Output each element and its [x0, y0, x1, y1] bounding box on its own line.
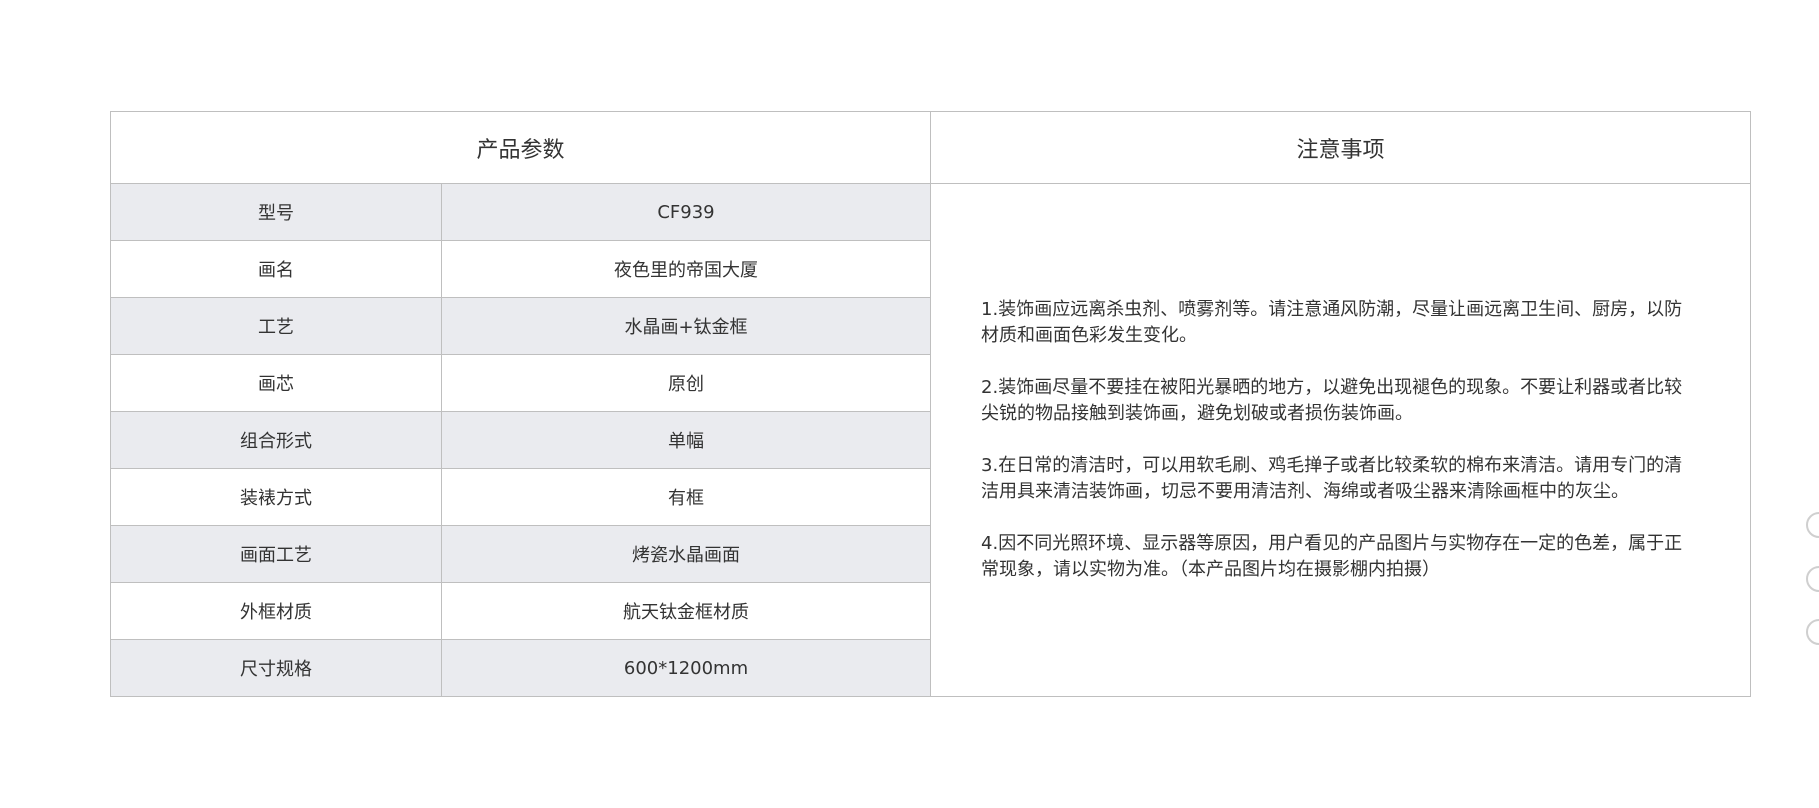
note-item: 2.装饰画尽量不要挂在被阳光暴晒的地方，以避免出现褪色的现象。不要让利器或者比较…: [981, 377, 1683, 424]
param-label-model: 型号: [110, 183, 442, 241]
param-value-core: 原创: [440, 354, 932, 412]
param-label-craft: 工艺: [110, 297, 442, 355]
table-header-row: 产品参数 注意事项: [109, 111, 1752, 184]
param-label-combination: 组合形式: [110, 411, 442, 469]
param-label-surface: 画面工艺: [110, 525, 442, 583]
param-label-core: 画芯: [110, 354, 442, 412]
side-nav-dot[interactable]: [1806, 619, 1819, 645]
params-header: 产品参数: [109, 111, 932, 184]
param-value-surface: 烤瓷水晶画面: [440, 525, 932, 583]
note-item: 4.因不同光照环境、显示器等原因，用户看见的产品图片与实物存在一定的色差，属于正…: [981, 533, 1683, 580]
param-value-frame-material: 航天钛金框材质: [440, 582, 932, 640]
note-item: 3.在日常的清洁时，可以用软毛刷、鸡毛掸子或者比较柔软的棉布来清洁。请用专门的清…: [981, 455, 1683, 502]
param-value-size: 600*1200mm: [440, 639, 932, 697]
side-nav-dot[interactable]: [1806, 512, 1819, 538]
param-value-mounting: 有框: [440, 468, 932, 526]
param-label-mounting: 装裱方式: [110, 468, 442, 526]
param-value-model: CF939: [440, 183, 932, 241]
param-value-combination: 单幅: [440, 411, 932, 469]
param-label-frame-material: 外框材质: [110, 582, 442, 640]
product-spec-table: 产品参数 注意事项 型号 CF939 1.装饰画应远离杀虫剂、喷雾剂等。请注意通…: [109, 111, 1752, 697]
side-nav-dot[interactable]: [1806, 566, 1819, 592]
notes-cell: 1.装饰画应远离杀虫剂、喷雾剂等。请注意通风防潮，尽量让画远离卫生间、厨房，以防…: [930, 183, 1752, 697]
notes-header: 注意事项: [930, 111, 1752, 184]
note-item: 1.装饰画应远离杀虫剂、喷雾剂等。请注意通风防潮，尽量让画远离卫生间、厨房，以防…: [981, 299, 1683, 346]
table-row: 型号 CF939 1.装饰画应远离杀虫剂、喷雾剂等。请注意通风防潮，尽量让画远离…: [110, 183, 1752, 697]
param-label-size: 尺寸规格: [110, 639, 442, 697]
param-label-title: 画名: [110, 240, 442, 298]
notes-text: 1.装饰画应远离杀虫剂、喷雾剂等。请注意通风防潮，尽量让画远离卫生间、厨房，以防…: [981, 297, 1700, 583]
param-value-craft: 水晶画+钛金框: [440, 297, 932, 355]
param-value-title: 夜色里的帝国大厦: [440, 240, 932, 298]
